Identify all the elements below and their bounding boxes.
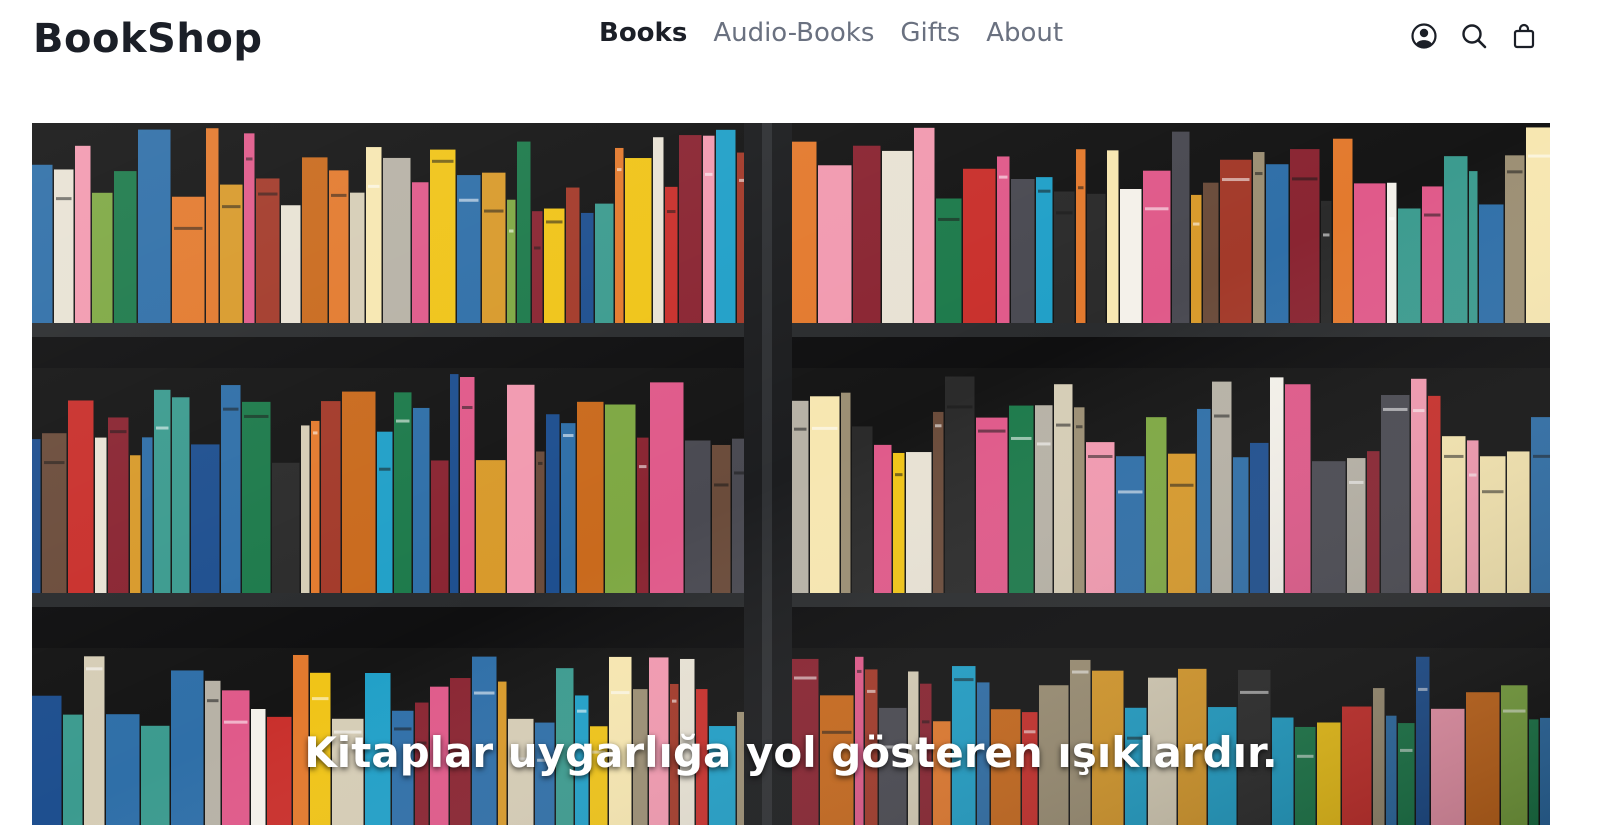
- search-icon[interactable]: [1460, 22, 1488, 50]
- main-nav: Books Audio-Books Gifts About: [599, 18, 1063, 48]
- brand-logo[interactable]: BookShop: [33, 16, 262, 62]
- site-header: BookShop Books Audio-Books Gifts About: [0, 0, 1612, 100]
- nav-audio-books[interactable]: Audio-Books: [713, 18, 874, 48]
- shopping-bag-icon[interactable]: [1510, 22, 1538, 50]
- header-actions: [1410, 22, 1538, 50]
- nav-about[interactable]: About: [986, 18, 1063, 48]
- hero-caption: Kitaplar uygarlığa yol gösteren ışıklard…: [304, 728, 1278, 777]
- account-icon[interactable]: [1410, 22, 1438, 50]
- nav-gifts[interactable]: Gifts: [900, 18, 960, 48]
- hero-banner: Kitaplar uygarlığa yol gösteren ışıklard…: [32, 123, 1550, 825]
- bookshelf-photo: [32, 123, 1550, 825]
- nav-books[interactable]: Books: [599, 18, 687, 48]
